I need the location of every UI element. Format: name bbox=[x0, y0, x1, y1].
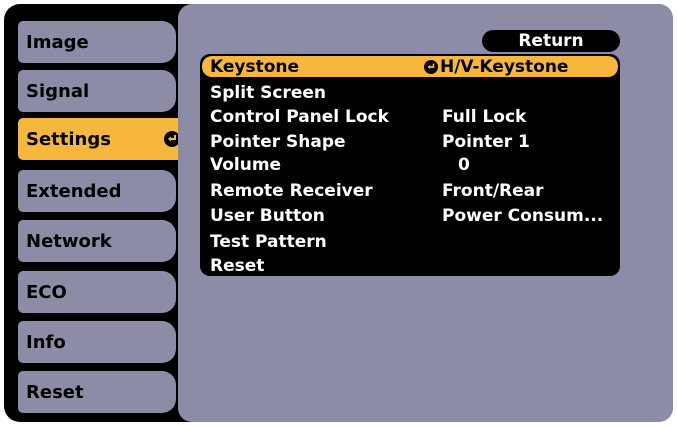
item-label: Control Panel Lock bbox=[210, 106, 389, 127]
tab-label: Image bbox=[26, 31, 89, 53]
tab-reset[interactable]: Reset bbox=[18, 371, 176, 413]
item-value: Full Lock bbox=[442, 106, 527, 127]
item-value: Front/Rear bbox=[442, 180, 544, 201]
tab-info[interactable]: Info bbox=[18, 321, 176, 363]
tab-label: Reset bbox=[26, 381, 84, 403]
tab-settings[interactable]: Settings bbox=[18, 118, 188, 160]
tab-extended[interactable]: Extended bbox=[18, 170, 176, 212]
item-label: Reset bbox=[210, 255, 265, 276]
tab-label: ECO bbox=[26, 281, 67, 303]
tab-signal[interactable]: Signal bbox=[18, 70, 176, 112]
list-item-remote-receiver[interactable]: Remote Receiver Front/Rear bbox=[202, 180, 618, 201]
item-value: 0 bbox=[458, 154, 470, 175]
tab-label: Signal bbox=[26, 80, 90, 102]
list-item-volume[interactable]: Volume 0 bbox=[202, 154, 618, 175]
item-label: Test Pattern bbox=[210, 231, 327, 252]
tab-label: Settings bbox=[26, 128, 111, 150]
tab-network[interactable]: Network bbox=[18, 220, 176, 262]
enter-icon bbox=[424, 59, 438, 74]
list-item-user-button[interactable]: User Button Power Consum... bbox=[202, 205, 618, 226]
item-label: Split Screen bbox=[210, 82, 326, 103]
item-label: Keystone bbox=[210, 56, 300, 77]
item-value: Power Consum... bbox=[442, 205, 604, 226]
tab-label: Info bbox=[26, 331, 66, 353]
item-label: Pointer Shape bbox=[210, 131, 346, 152]
list-item-reset[interactable]: Reset bbox=[202, 255, 618, 276]
item-label: Volume bbox=[210, 154, 282, 175]
return-button[interactable]: Return bbox=[482, 30, 620, 52]
tab-label: Network bbox=[26, 230, 112, 252]
item-value: Pointer 1 bbox=[442, 131, 530, 152]
item-label: User Button bbox=[210, 205, 325, 226]
list-item-keystone[interactable]: Keystone H/V-Keystone bbox=[202, 56, 618, 77]
item-value: H/V-Keystone bbox=[424, 57, 568, 77]
list-item-test-pattern[interactable]: Test Pattern bbox=[202, 231, 618, 252]
item-label: Remote Receiver bbox=[210, 180, 373, 201]
list-item-pointer-shape[interactable]: Pointer Shape Pointer 1 bbox=[202, 131, 618, 152]
list-item-split-screen[interactable]: Split Screen bbox=[202, 82, 618, 103]
list-item-control-panel-lock[interactable]: Control Panel Lock Full Lock bbox=[202, 106, 618, 127]
item-value-text: H/V-Keystone bbox=[440, 56, 569, 77]
tab-image[interactable]: Image bbox=[18, 21, 176, 63]
tab-label: Extended bbox=[26, 180, 122, 202]
tab-eco[interactable]: ECO bbox=[18, 271, 176, 313]
